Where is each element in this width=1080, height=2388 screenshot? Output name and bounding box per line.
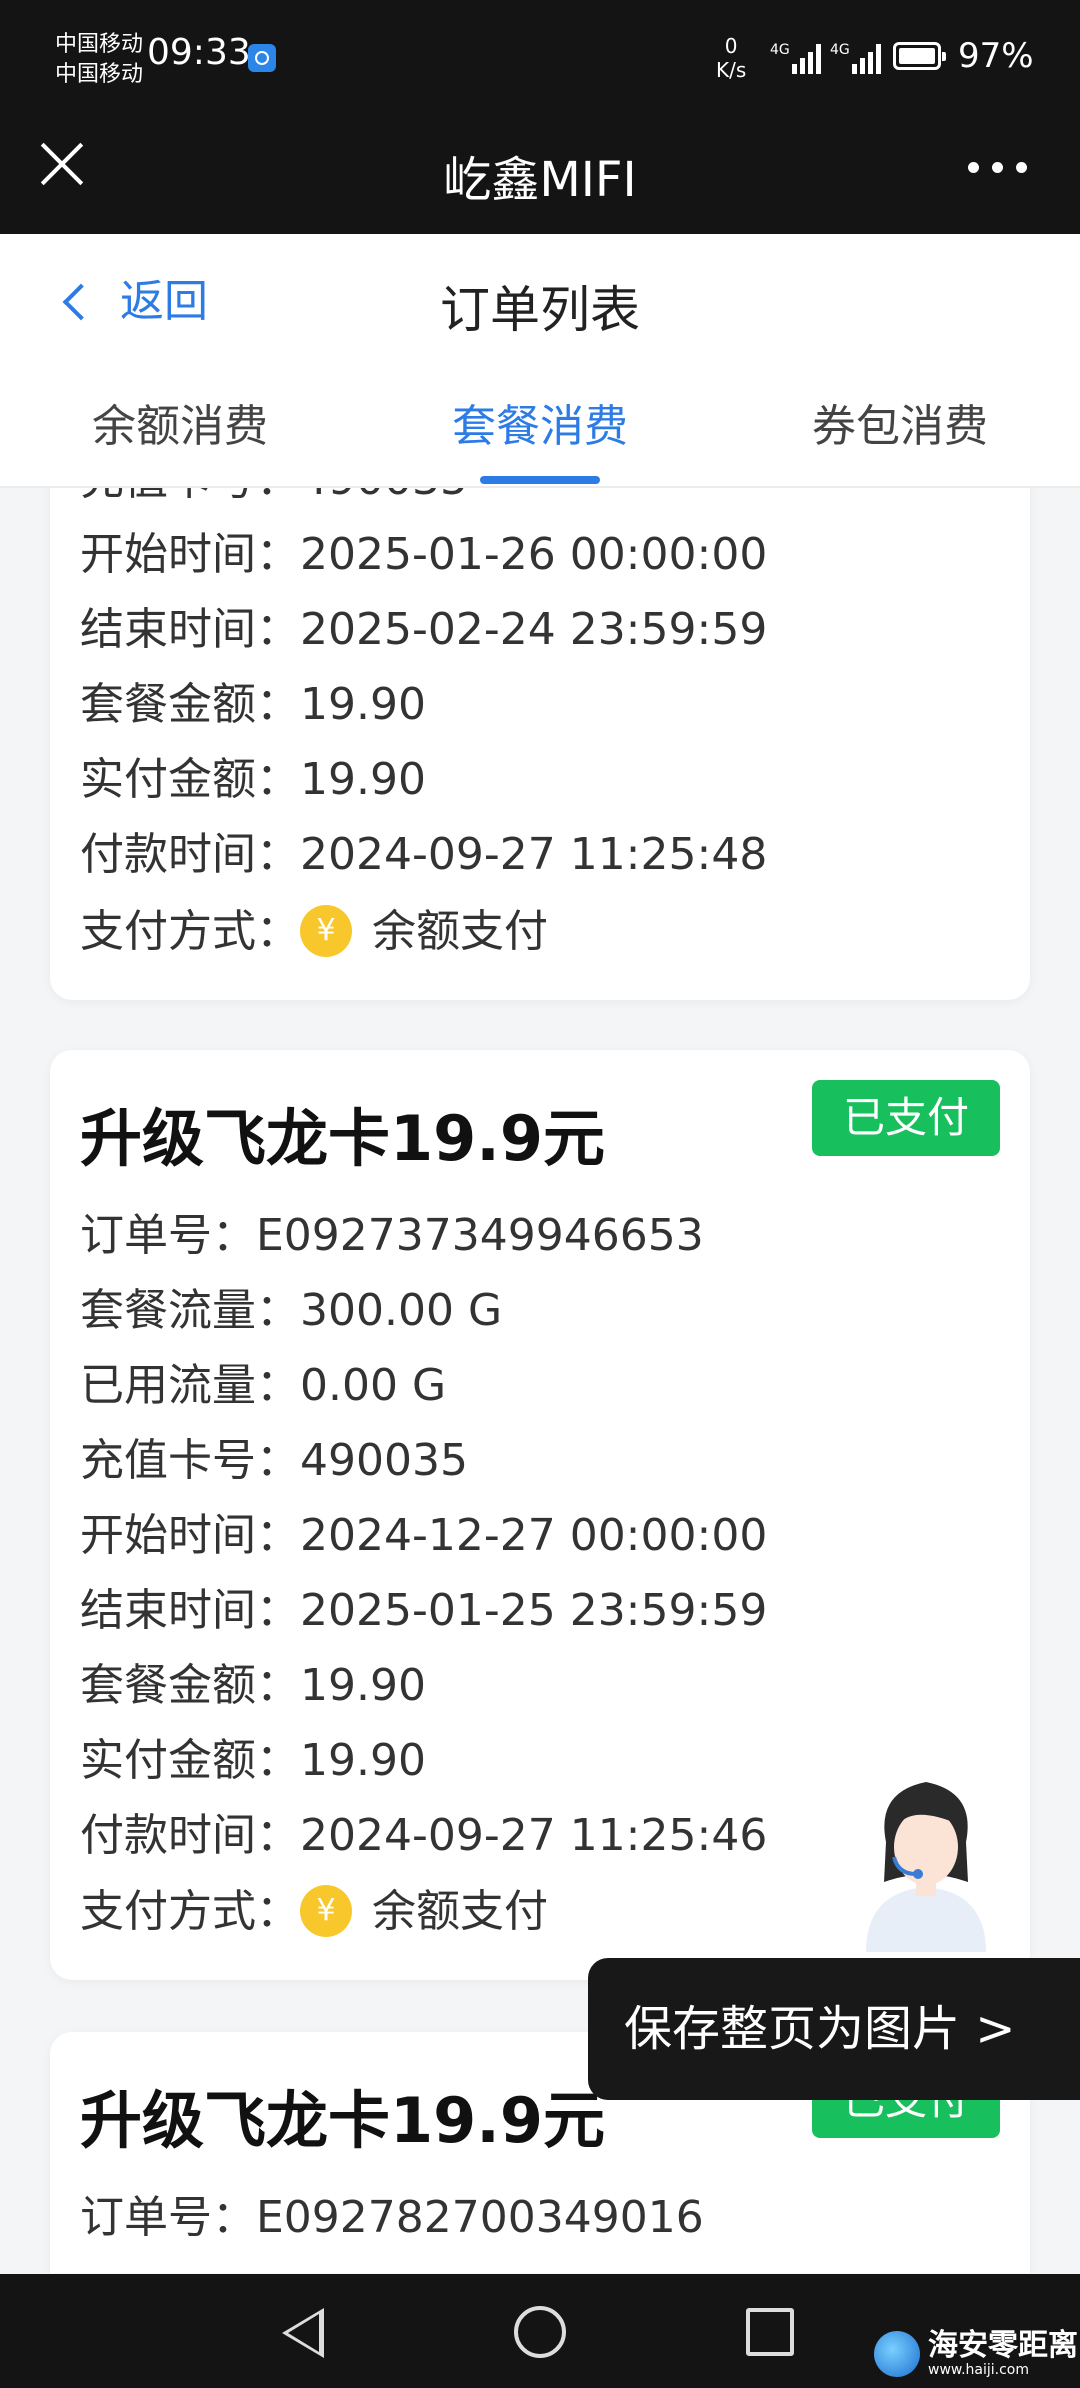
nav-back-icon[interactable]	[282, 2308, 324, 2358]
order-row: 开始时间：2024-12-27 00:00:00	[80, 1508, 767, 1564]
customer-service-icon[interactable]	[846, 1762, 1006, 1952]
carrier-2: 中国移动	[55, 62, 144, 87]
row-value: 余额支付	[372, 1886, 548, 1937]
order-row: 订单号：E092782700349016	[80, 2190, 704, 2246]
battery-icon	[893, 42, 946, 70]
row-value: E092737349946653	[256, 1210, 704, 1261]
order-row: 已用流量：0.00 G	[80, 1358, 446, 1414]
order-row: 开始时间：2025-01-26 00:00:00	[80, 527, 767, 583]
row-key: 订单号：	[80, 1210, 256, 1261]
net-speed-value: 0	[724, 34, 738, 58]
order-row: 套餐金额：19.90	[80, 677, 426, 733]
net-speed-unit: K/s	[716, 58, 747, 82]
tab-coupon[interactable]: 券包消费	[750, 390, 1050, 454]
save-page-as-image-button[interactable]: 保存整页为图片 >	[588, 1958, 1080, 2100]
row-key: 套餐金额：	[80, 1660, 300, 1711]
active-tab-indicator	[480, 476, 600, 484]
status-bar: 中国移动 中国移动 09:33 0 K/s 4G 4G 97%	[0, 0, 1080, 120]
row-key: 支付方式：	[80, 906, 300, 957]
row-value: 19.90	[300, 754, 426, 805]
yuan-coin-icon: ¥	[300, 1885, 352, 1937]
order-row: 付款时间：2024-09-27 11:25:48	[80, 827, 767, 883]
row-key: 充值卡号：	[80, 488, 300, 505]
row-key: 实付金额：	[80, 754, 300, 805]
order-row: 套餐金额：19.90	[80, 1658, 426, 1714]
app-title: 屹鑫MIFI	[443, 152, 637, 208]
row-value: 490035	[300, 1435, 468, 1486]
order-row: 付款时间：2024-09-27 11:25:46	[80, 1808, 767, 1864]
carrier-1: 中国移动	[55, 32, 144, 57]
row-value: 2024-12-27 00:00:00	[300, 1510, 768, 1561]
row-value: 2025-01-26 00:00:00	[300, 529, 768, 580]
signal-sim2-icon: 4G	[830, 42, 886, 74]
tab-package[interactable]: 套餐消费	[390, 390, 690, 454]
battery-percent: 97%	[958, 36, 1034, 76]
row-value: 2025-01-25 23:59:59	[300, 1585, 768, 1636]
row-value: 19.90	[300, 1735, 426, 1786]
order-row-partial: 充值卡号：490035	[80, 488, 468, 508]
order-row: 实付金额：19.90	[80, 1733, 426, 1789]
status-badge: 已支付	[812, 1080, 1000, 1156]
watermark-name: 海安零距离	[928, 2328, 1078, 2363]
row-value: 2024-09-27 11:25:48	[300, 829, 768, 880]
sim2-label: 4G	[830, 42, 850, 58]
notification-app-icon	[248, 44, 276, 72]
webview-title-bar: 屹鑫MIFI	[0, 120, 1080, 234]
signal-sim1-icon: 4G	[770, 42, 826, 74]
row-value: 2024-09-27 11:25:46	[300, 1810, 768, 1861]
tab-bar: 余额消费 套餐消费 券包消费	[0, 370, 1080, 488]
row-value: 2025-02-24 23:59:59	[300, 604, 768, 655]
row-value: 0.00 G	[300, 1360, 447, 1411]
row-value: 19.90	[300, 1660, 426, 1711]
row-key: 结束时间：	[80, 1585, 300, 1636]
order-row: 订单号：E092737349946653	[80, 1208, 704, 1264]
order-row: 实付金额：19.90	[80, 752, 426, 808]
nav-home-icon[interactable]	[514, 2306, 566, 2358]
row-key: 结束时间：	[80, 604, 300, 655]
payment-method-row: 支付方式： ¥ 余额支付	[80, 904, 548, 960]
nav-recents-icon[interactable]	[746, 2308, 794, 2356]
row-key: 支付方式：	[80, 1886, 300, 1937]
watermark: 海安零距离 www.haiji.com	[874, 2330, 1078, 2378]
order-card: 充值卡号：490035 开始时间：2025-01-26 00:00:00 结束时…	[50, 488, 1030, 1000]
more-icon[interactable]	[968, 156, 1028, 176]
row-key: 充值卡号：	[80, 1435, 300, 1486]
payment-method-row: 支付方式： ¥ 余额支付	[80, 1884, 548, 1940]
row-key: 套餐金额：	[80, 679, 300, 730]
net-speed: 0 K/s	[716, 34, 746, 82]
row-key: 套餐流量：	[80, 1285, 300, 1336]
page-title: 订单列表	[440, 281, 640, 339]
order-row: 结束时间：2025-02-24 23:59:59	[80, 602, 767, 658]
order-title: 升级飞龙卡19.9元	[80, 1102, 605, 1175]
page-header: 返回 订单列表	[0, 234, 1080, 372]
order-row: 结束时间：2025-01-25 23:59:59	[80, 1583, 767, 1639]
row-key: 付款时间：	[80, 1810, 300, 1861]
yuan-coin-icon: ¥	[300, 905, 352, 957]
sim1-label: 4G	[770, 42, 790, 58]
row-key: 已用流量：	[80, 1360, 300, 1411]
row-value: 300.00 G	[300, 1285, 503, 1336]
row-key: 开始时间：	[80, 1510, 300, 1561]
row-key: 订单号：	[80, 2192, 256, 2243]
order-row: 套餐流量：300.00 G	[80, 1283, 502, 1339]
row-value: 490035	[300, 488, 468, 505]
row-key: 开始时间：	[80, 529, 300, 580]
row-value: E092782700349016	[256, 2192, 704, 2243]
row-value: 19.90	[300, 679, 426, 730]
status-time: 09:33	[147, 32, 251, 73]
watermark-logo-icon	[874, 2331, 920, 2377]
order-row: 充值卡号：490035	[80, 1433, 468, 1489]
row-value: 余额支付	[372, 906, 548, 957]
row-key: 实付金额：	[80, 1735, 300, 1786]
tab-balance[interactable]: 余额消费	[30, 390, 330, 454]
order-title: 升级飞龙卡19.9元	[80, 2084, 605, 2157]
watermark-url: www.haiji.com	[928, 2362, 1029, 2378]
row-key: 付款时间：	[80, 829, 300, 880]
carrier-labels: 中国移动 中国移动	[55, 30, 143, 90]
